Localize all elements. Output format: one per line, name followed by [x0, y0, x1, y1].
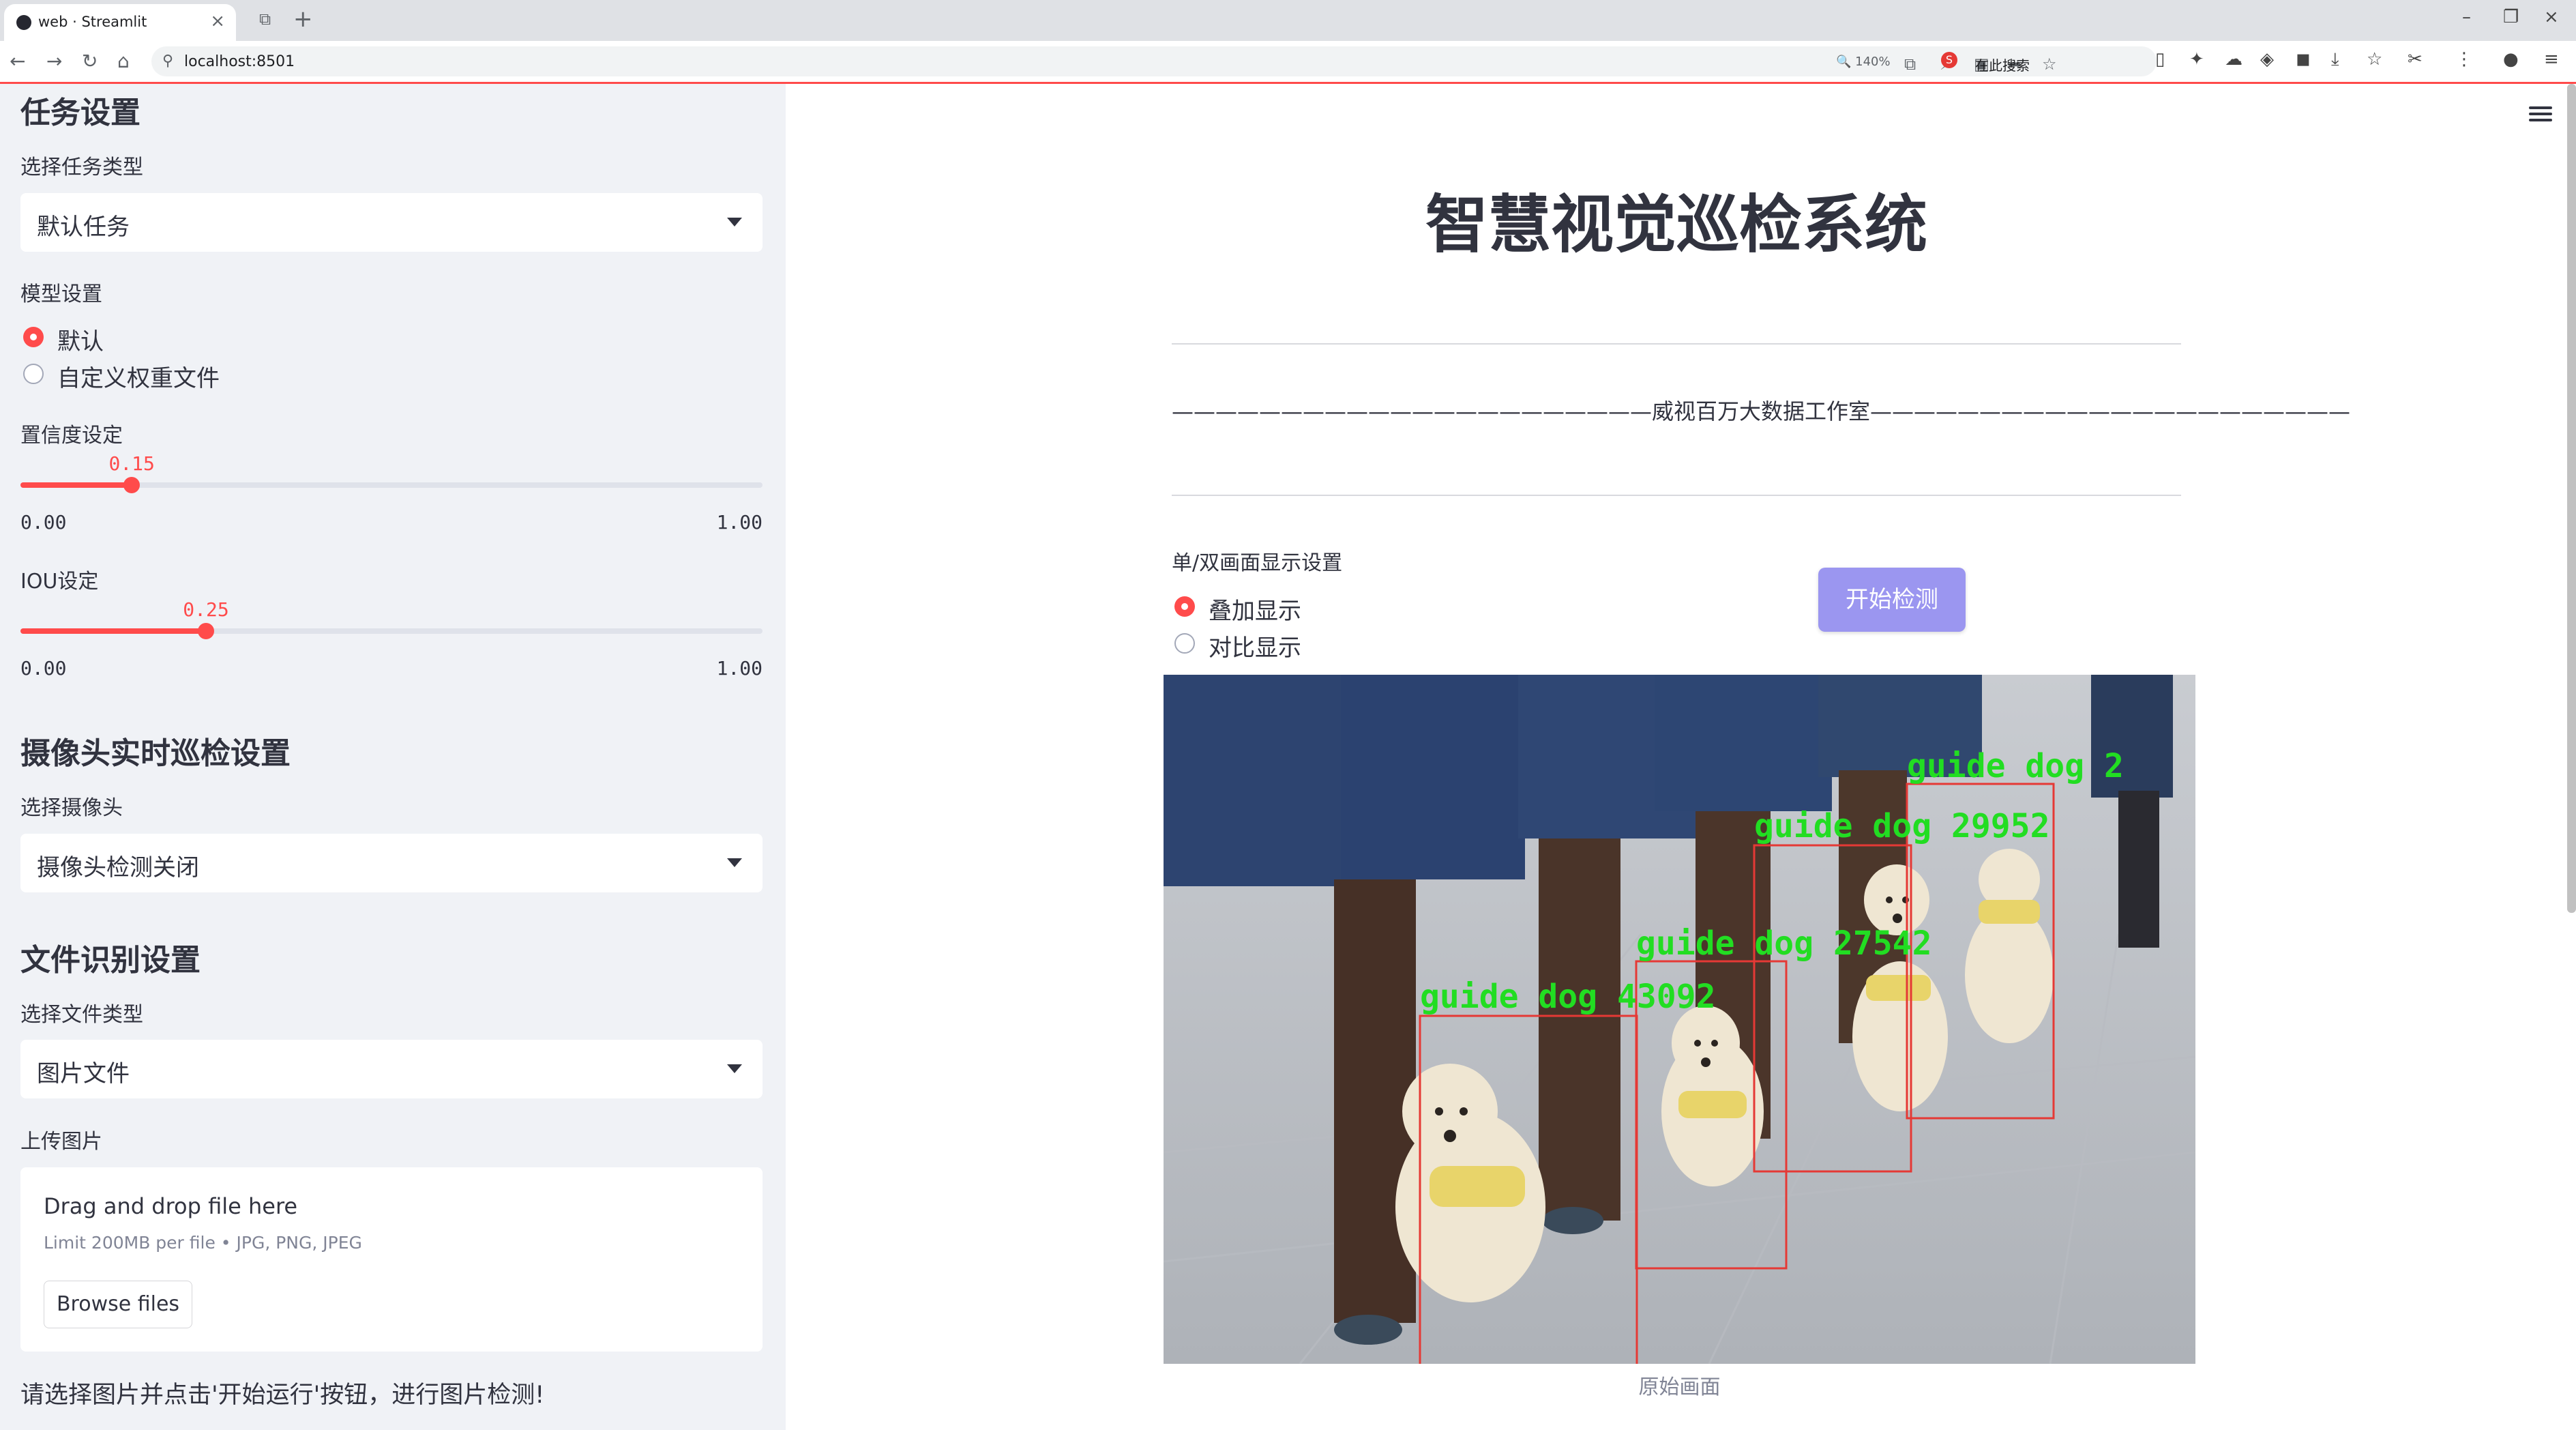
- model-option-label: 自定义权重文件: [57, 365, 220, 392]
- browser-tab-strip: web · Streamlit × ⧉ + – ❐ ×: [0, 0, 2576, 41]
- minimize-icon[interactable]: –: [2462, 7, 2471, 27]
- guide-dogs-photo: guide dog 43092 guide dog 27542 guide do…: [1164, 675, 2195, 1364]
- browse-files-button[interactable]: Browse files: [44, 1281, 192, 1328]
- iou-label: IOU设定: [20, 570, 99, 594]
- slider-fill: [20, 482, 132, 488]
- studio-subtitle: ——————————————————————威视百万大数据工作室————————…: [1172, 398, 2351, 424]
- file-settings-header: 文件识别设置: [20, 943, 201, 978]
- detection-label: guide dog 29952: [1754, 807, 2049, 845]
- radio-selected-icon[interactable]: [23, 327, 44, 347]
- back-icon[interactable]: ←: [10, 50, 25, 72]
- sidebar: 任务设置 选择任务类型 默认任务 模型设置 默认 自定义权重文件 置信度设定 0…: [0, 84, 786, 1430]
- model-settings-label: 模型设置: [20, 282, 102, 306]
- forward-icon[interactable]: →: [46, 50, 62, 72]
- translate-icon[interactable]: ⧉: [1904, 55, 1916, 74]
- url-text[interactable]: localhost:8501: [184, 53, 295, 70]
- profile-avatar-icon[interactable]: ●: [2503, 49, 2519, 70]
- iou-value: 0.25: [183, 598, 229, 621]
- camera-select[interactable]: 摄像头检测关闭: [20, 834, 763, 892]
- close-window-icon[interactable]: ×: [2544, 7, 2559, 27]
- sidebar-hint: 请选择图片并点击'开始运行'按钮，进行图片检测!: [20, 1382, 545, 1409]
- extension-dark-icon[interactable]: ◼: [2296, 49, 2311, 70]
- task-settings-header: 任务设置: [20, 96, 140, 130]
- divider: [1172, 343, 2181, 345]
- new-tab-icon[interactable]: +: [293, 5, 313, 33]
- confidence-value: 0.15: [108, 452, 155, 475]
- address-bar-row: ← → ↻ ⌂ ⚲ localhost:8501 🔍 140% ⧉ ⚡ ▣ ➦ …: [0, 41, 2576, 83]
- page-title: 智慧视觉巡检系统: [1425, 188, 1927, 261]
- site-info-icon[interactable]: ⚲: [162, 53, 173, 70]
- confidence-min: 0.00: [20, 511, 67, 534]
- mobile-icon[interactable]: ▯: [2155, 49, 2165, 70]
- chevron-down-icon: [727, 858, 742, 867]
- detection-label: guide dog 2: [1907, 747, 2124, 785]
- cut-icon[interactable]: ✂: [2408, 49, 2423, 70]
- display-option-label: 叠加显示: [1209, 598, 1301, 625]
- upload-limit: Limit 200MB per file • JPG, PNG, JPEG: [44, 1233, 362, 1253]
- reload-icon[interactable]: ↻: [82, 50, 98, 72]
- detection-label: guide dog 43092: [1420, 978, 1715, 1016]
- chevron-down-icon: [727, 1064, 742, 1073]
- file-uploader-dropzone[interactable]: Drag and drop file here Limit 200MB per …: [20, 1167, 763, 1352]
- slider-thumb[interactable]: [123, 477, 140, 493]
- radio-unselected-icon[interactable]: [1174, 633, 1195, 654]
- extension-colorful-icon[interactable]: ✦: [2189, 49, 2204, 70]
- more-icon[interactable]: ⋮: [2455, 49, 2473, 70]
- display-option-label: 对比显示: [1209, 634, 1301, 662]
- detection-result-image: guide dog 43092 guide dog 27542 guide do…: [1164, 675, 2195, 1364]
- search-engine-box[interactable]: S 在此搜索: [1937, 46, 2142, 76]
- zoom-indicator[interactable]: 🔍 140%: [1836, 55, 1891, 69]
- url-input[interactable]: ⚲ localhost:8501 🔍 140% ⧉ ⚡ ▣ ➦ ☆: [151, 46, 2157, 76]
- upload-instructions: Drag and drop file here: [44, 1193, 298, 1219]
- restore-icon[interactable]: ❐: [2503, 7, 2519, 27]
- task-type-value: 默认任务: [37, 214, 130, 241]
- download-icon[interactable]: ⤓: [2331, 49, 2339, 70]
- confidence-label: 置信度设定: [20, 424, 123, 448]
- slider-fill: [20, 628, 206, 634]
- close-tab-icon[interactable]: ×: [210, 11, 225, 31]
- slider-thumb[interactable]: [198, 623, 214, 639]
- streamlit-favicon-icon: [16, 15, 31, 30]
- file-type-label: 选择文件类型: [20, 1003, 143, 1027]
- display-mode-label: 单/双画面显示设置: [1172, 551, 1343, 575]
- extension-blue-icon[interactable]: ◈: [2260, 49, 2274, 70]
- tab-group-icon[interactable]: ⧉: [259, 10, 271, 29]
- iou-max: 1.00: [716, 657, 763, 680]
- home-icon[interactable]: ⌂: [117, 50, 130, 72]
- hamburger-menu-icon[interactable]: [2529, 106, 2552, 121]
- chevron-down-icon: [727, 218, 742, 227]
- upload-label: 上传图片: [20, 1130, 102, 1154]
- task-type-select[interactable]: 默认任务: [20, 193, 763, 252]
- radio-selected-icon[interactable]: [1174, 596, 1195, 617]
- iou-slider[interactable]: 0.25: [20, 598, 763, 653]
- file-type-value: 图片文件: [37, 1060, 130, 1088]
- tab-title: web · Streamlit: [38, 14, 147, 30]
- detection-label: guide dog 27542: [1636, 924, 1931, 963]
- divider: [1172, 495, 2181, 496]
- camera-settings-header: 摄像头实时巡检设置: [20, 736, 291, 771]
- favorites-icon[interactable]: ☆: [2367, 49, 2382, 70]
- task-type-label: 选择任务类型: [20, 156, 143, 179]
- zoom-level: 140%: [1855, 55, 1891, 69]
- start-detection-button[interactable]: 开始检测: [1818, 568, 1966, 632]
- model-option-label: 默认: [57, 328, 104, 355]
- radio-unselected-icon[interactable]: [23, 364, 44, 384]
- confidence-max: 1.00: [716, 511, 763, 534]
- camera-value: 摄像头检测关闭: [37, 854, 199, 881]
- search-engine-icon: S: [1941, 52, 1957, 68]
- browser-tab[interactable]: web · Streamlit ×: [4, 4, 236, 41]
- confidence-slider[interactable]: 0.15: [20, 452, 763, 507]
- camera-label: 选择摄像头: [20, 796, 123, 820]
- file-type-select[interactable]: 图片文件: [20, 1040, 763, 1098]
- extension-cloud-icon[interactable]: ☁: [2225, 49, 2242, 70]
- iou-min: 0.00: [20, 657, 67, 680]
- browser-menu-icon[interactable]: ≡: [2544, 49, 2559, 70]
- search-placeholder: 在此搜索: [1975, 57, 2030, 74]
- image-caption: 原始画面: [1638, 1375, 1721, 1399]
- scrollbar[interactable]: [2567, 84, 2576, 913]
